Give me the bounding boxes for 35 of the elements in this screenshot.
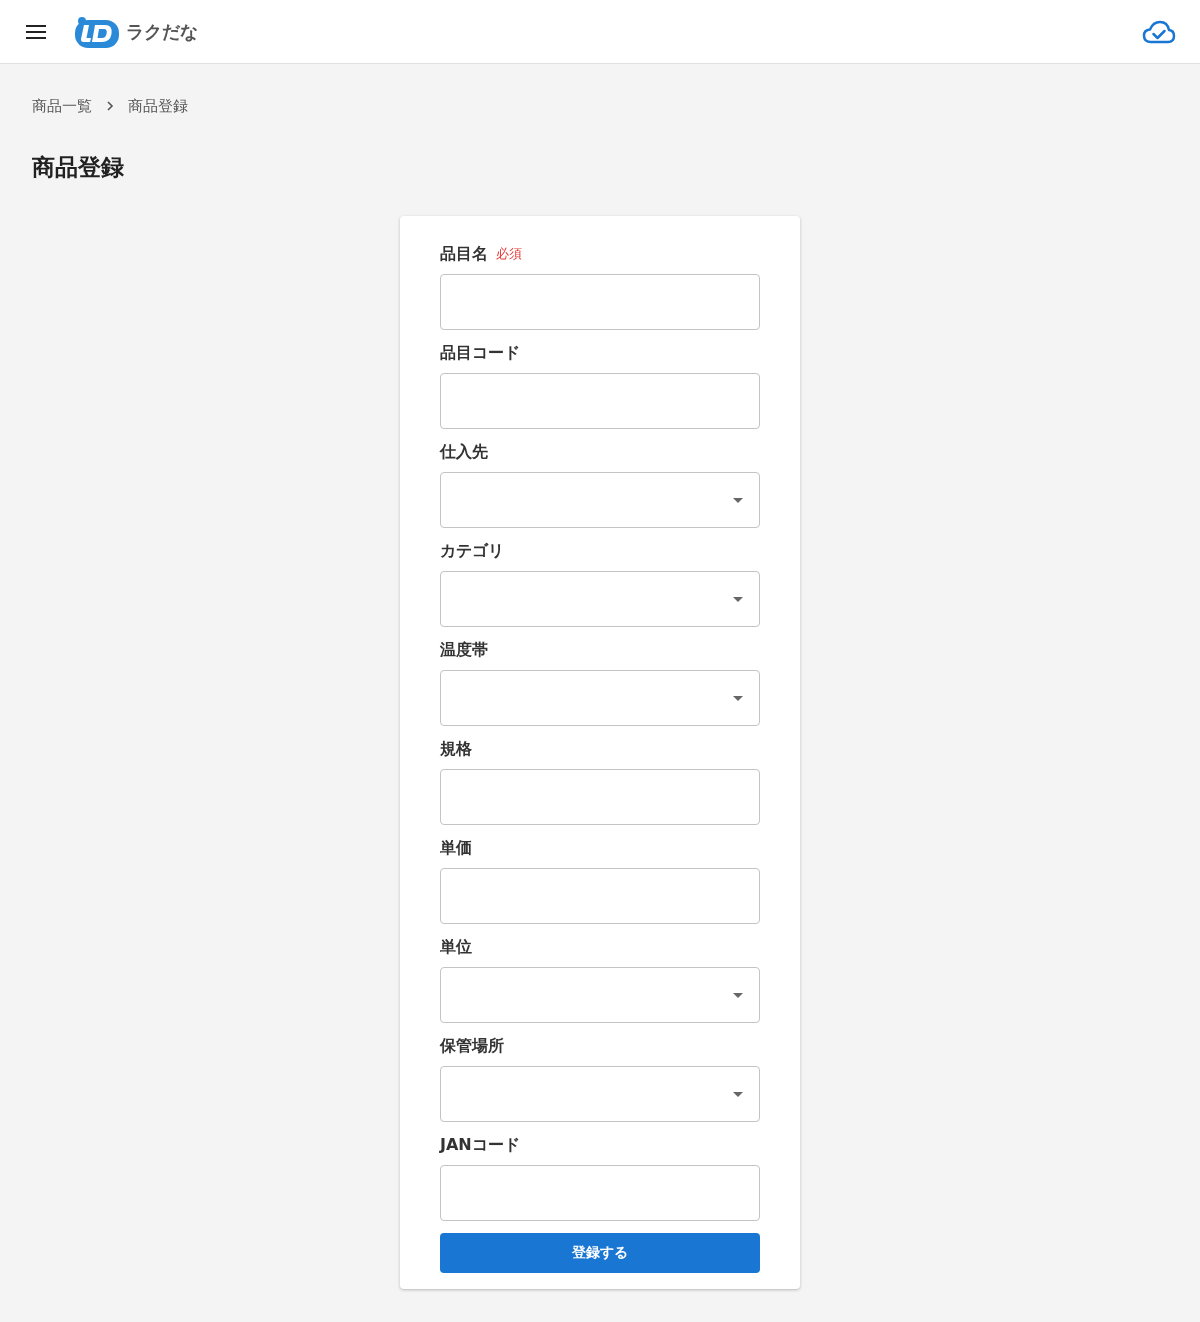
chevron-right-icon [104,100,116,112]
breadcrumb-current: 商品登録 [128,96,188,116]
breadcrumb-link[interactable]: 商品一覧 [32,96,92,116]
input-field[interactable] [440,769,760,825]
caret-icon [733,497,743,503]
field-label: 単価 [440,837,472,859]
field-label: カテゴリ [440,540,504,562]
input-field[interactable] [440,373,760,429]
field-label: 品目名 [440,243,488,265]
menu-icon[interactable] [26,24,46,39]
logo-icon [74,15,120,48]
cloud-check-icon[interactable] [1142,19,1176,44]
caret-icon [733,992,743,998]
required-tag: 必須 [496,245,522,263]
field-label: 温度帯 [440,639,488,661]
field-label: 規格 [440,738,472,760]
caret-icon [733,1091,743,1097]
select-field[interactable] [440,571,760,627]
field-label: 保管場所 [440,1035,504,1057]
select-field[interactable] [440,472,760,528]
field-label: 単位 [440,936,472,958]
input-field[interactable] [440,1165,760,1221]
caret-icon [733,596,743,602]
caret-icon [733,695,743,701]
select-field[interactable] [440,1066,760,1122]
field-label: 仕入先 [440,441,488,463]
select-field[interactable] [440,967,760,1023]
page-title: 商品登録 [32,153,124,182]
field-label: 品目コード [440,342,520,364]
submit-button[interactable]: 登録する [440,1233,760,1273]
field-label: JANコード [440,1134,520,1156]
select-field[interactable] [440,670,760,726]
input-field[interactable] [440,868,760,924]
logo-text: ラクだな [126,19,198,44]
input-field[interactable] [440,274,760,330]
